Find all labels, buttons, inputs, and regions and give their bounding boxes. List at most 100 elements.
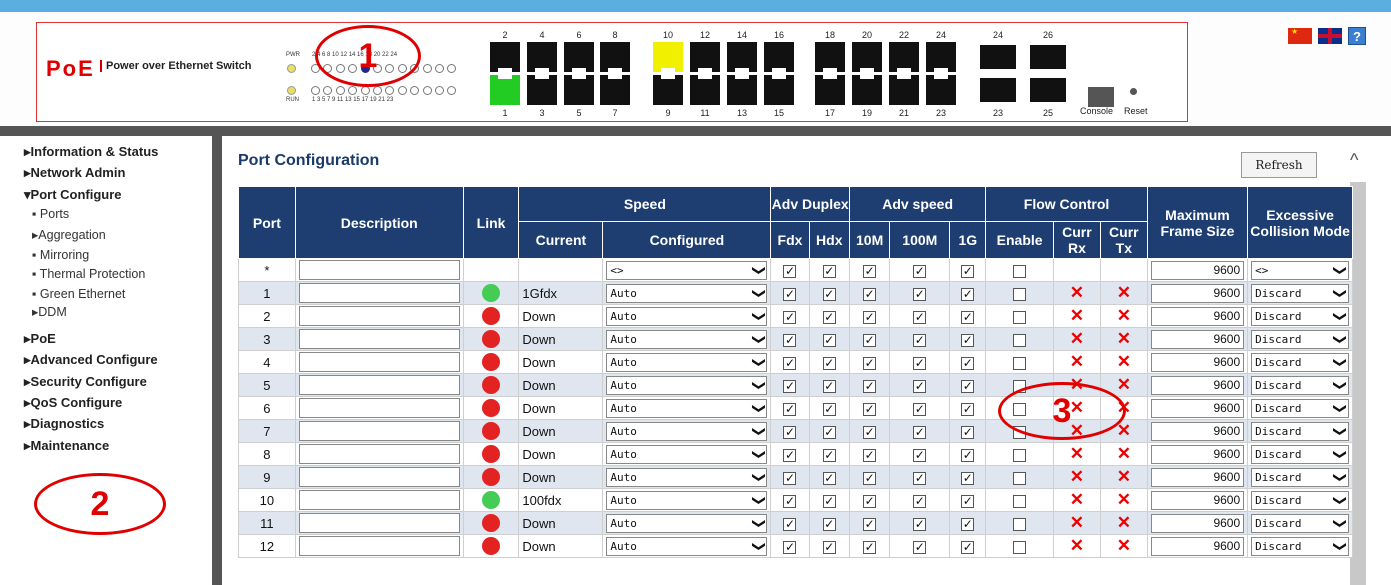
10m-checkbox[interactable]: ✓: [863, 310, 877, 324]
description-input[interactable]: [298, 444, 460, 464]
nav-security-configure[interactable]: ▸Security Configure: [24, 374, 147, 390]
fdx-checkbox[interactable]: ✓: [783, 448, 797, 462]
description-input[interactable]: [298, 375, 460, 395]
description-input[interactable]: [298, 283, 460, 303]
fdx-checkbox[interactable]: ✓: [783, 540, 797, 554]
fdx-checkbox[interactable]: ✓: [783, 494, 797, 508]
100m-checkbox[interactable]: ✓: [913, 310, 927, 324]
excessive-select[interactable]: Discard ❯: [1251, 513, 1349, 533]
frame-size-input[interactable]: 9600: [1150, 260, 1245, 280]
1g-checkbox[interactable]: ✓: [961, 517, 975, 531]
1g-checkbox[interactable]: ✓: [961, 448, 975, 462]
flow-enable-checkbox[interactable]: [1013, 448, 1027, 462]
10m-checkbox[interactable]: ✓: [863, 494, 877, 508]
10m-checkbox[interactable]: ✓: [863, 425, 877, 439]
frame-size-input[interactable]: 9600: [1150, 536, 1245, 556]
nav-mirroring[interactable]: ▪ Mirroring: [32, 248, 89, 262]
uk-flag-icon[interactable]: [1318, 28, 1342, 44]
hdx-checkbox[interactable]: ✓: [822, 310, 836, 324]
speed-select[interactable]: Auto ❯: [606, 490, 768, 510]
fdx-checkbox[interactable]: ✓: [783, 310, 797, 324]
1g-checkbox[interactable]: ✓: [961, 379, 975, 393]
description-input[interactable]: [298, 352, 460, 372]
frame-size-input[interactable]: 9600: [1150, 375, 1245, 395]
description-input[interactable]: [298, 536, 460, 556]
nav-ddm[interactable]: ▸DDM: [32, 304, 67, 319]
excessive-select[interactable]: Discard ❯: [1251, 352, 1349, 372]
speed-select[interactable]: Auto ❯: [606, 444, 768, 464]
frame-size-input[interactable]: 9600: [1150, 467, 1245, 487]
100m-checkbox[interactable]: ✓: [913, 287, 927, 301]
1g-checkbox[interactable]: ✓: [961, 425, 975, 439]
100m-checkbox[interactable]: ✓: [913, 471, 927, 485]
flow-enable-checkbox[interactable]: [1013, 287, 1027, 301]
description-input[interactable]: [298, 421, 460, 441]
chinese-flag-icon[interactable]: [1288, 27, 1312, 44]
speed-select[interactable]: Auto ❯: [606, 283, 768, 303]
hdx-checkbox[interactable]: ✓: [822, 540, 836, 554]
1g-checkbox[interactable]: ✓: [961, 494, 975, 508]
flow-enable-checkbox[interactable]: [1013, 517, 1027, 531]
excessive-select[interactable]: Discard ❯: [1251, 536, 1349, 556]
1g-checkbox[interactable]: ✓: [961, 287, 975, 301]
speed-select[interactable]: <> ❯: [606, 260, 768, 280]
description-input[interactable]: [298, 398, 460, 418]
excessive-select[interactable]: <> ❯: [1251, 260, 1349, 280]
description-input[interactable]: [298, 490, 460, 510]
speed-select[interactable]: Auto ❯: [606, 329, 768, 349]
speed-select[interactable]: Auto ❯: [606, 421, 768, 441]
fdx-checkbox[interactable]: ✓: [783, 333, 797, 347]
frame-size-input[interactable]: 9600: [1150, 490, 1245, 510]
100m-checkbox[interactable]: ✓: [913, 356, 927, 370]
excessive-select[interactable]: Discard ❯: [1251, 421, 1349, 441]
excessive-select[interactable]: Discard ❯: [1251, 375, 1349, 395]
hdx-checkbox[interactable]: ✓: [822, 287, 836, 301]
10m-checkbox[interactable]: ✓: [863, 287, 877, 301]
excessive-select[interactable]: Discard ❯: [1251, 398, 1349, 418]
speed-select[interactable]: Auto ❯: [606, 467, 768, 487]
nav-maintenance[interactable]: ▸Maintenance: [24, 438, 109, 454]
nav-network-admin[interactable]: ▸Network Admin: [24, 165, 125, 181]
flow-enable-checkbox[interactable]: [1013, 540, 1027, 554]
fdx-checkbox[interactable]: ✓: [783, 402, 797, 416]
frame-size-input[interactable]: 9600: [1150, 283, 1245, 303]
hdx-checkbox[interactable]: ✓: [822, 494, 836, 508]
flow-enable-checkbox[interactable]: [1013, 356, 1027, 370]
hdx-checkbox[interactable]: ✓: [822, 471, 836, 485]
description-input[interactable]: [298, 260, 460, 280]
hdx-checkbox[interactable]: ✓: [822, 517, 836, 531]
speed-select[interactable]: Auto ❯: [606, 398, 768, 418]
hdx-checkbox[interactable]: ✓: [822, 402, 836, 416]
1g-checkbox[interactable]: ✓: [961, 356, 975, 370]
100m-checkbox[interactable]: ✓: [913, 540, 927, 554]
100m-checkbox[interactable]: ✓: [913, 494, 927, 508]
nav-green-ethernet[interactable]: ▪ Green Ethernet: [32, 287, 125, 301]
frame-size-input[interactable]: 9600: [1150, 352, 1245, 372]
nav-aggregation[interactable]: ▸Aggregation: [32, 227, 106, 242]
excessive-select[interactable]: Discard ❯: [1251, 329, 1349, 349]
fdx-checkbox[interactable]: ✓: [783, 264, 797, 278]
10m-checkbox[interactable]: ✓: [863, 264, 877, 278]
1g-checkbox[interactable]: ✓: [961, 264, 975, 278]
speed-select[interactable]: Auto ❯: [606, 375, 768, 395]
10m-checkbox[interactable]: ✓: [863, 448, 877, 462]
hdx-checkbox[interactable]: ✓: [822, 356, 836, 370]
100m-checkbox[interactable]: ✓: [913, 379, 927, 393]
nav-port-configure[interactable]: ▾Port Configure: [24, 187, 122, 203]
fdx-checkbox[interactable]: ✓: [783, 356, 797, 370]
hdx-checkbox[interactable]: ✓: [822, 333, 836, 347]
100m-checkbox[interactable]: ✓: [913, 448, 927, 462]
frame-size-input[interactable]: 9600: [1150, 329, 1245, 349]
nav-ports[interactable]: ▪ Ports: [32, 207, 69, 221]
fdx-checkbox[interactable]: ✓: [783, 425, 797, 439]
frame-size-input[interactable]: 9600: [1150, 398, 1245, 418]
fdx-checkbox[interactable]: ✓: [783, 517, 797, 531]
excessive-select[interactable]: Discard ❯: [1251, 306, 1349, 326]
excessive-select[interactable]: Discard ❯: [1251, 490, 1349, 510]
speed-select[interactable]: Auto ❯: [606, 536, 768, 556]
excessive-select[interactable]: Discard ❯: [1251, 283, 1349, 303]
10m-checkbox[interactable]: ✓: [863, 540, 877, 554]
10m-checkbox[interactable]: ✓: [863, 471, 877, 485]
100m-checkbox[interactable]: ✓: [913, 402, 927, 416]
100m-checkbox[interactable]: ✓: [913, 264, 927, 278]
